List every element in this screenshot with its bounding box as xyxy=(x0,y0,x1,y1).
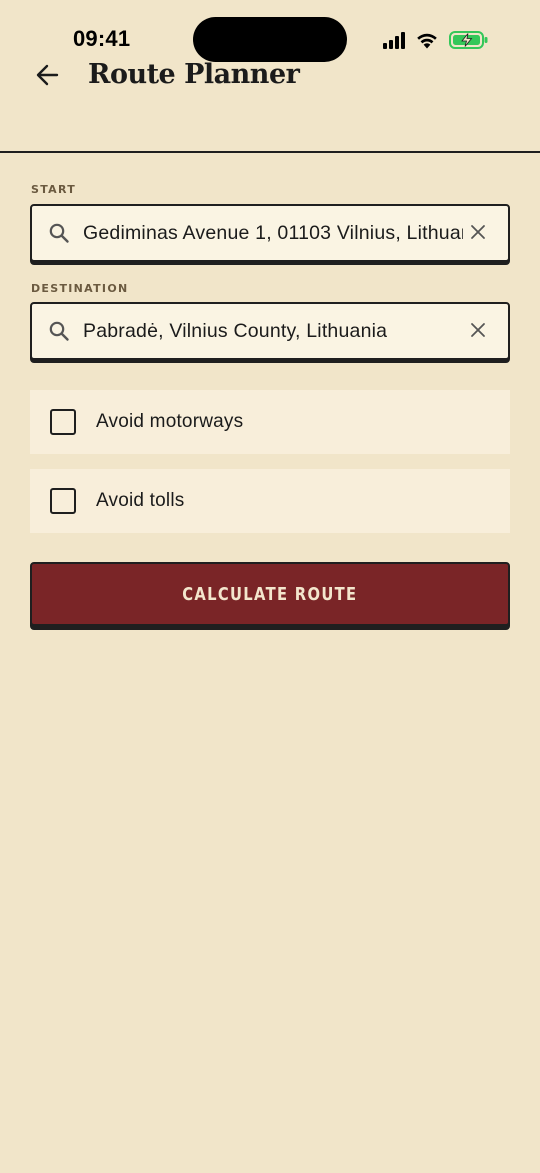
avoid-motorways-label: Avoid motorways xyxy=(96,411,244,432)
search-icon xyxy=(49,321,69,341)
search-icon xyxy=(49,223,69,243)
battery-charging-icon xyxy=(449,31,488,49)
calculate-route-button[interactable]: CALCULATE ROUTE xyxy=(30,562,510,626)
start-label: START xyxy=(31,183,77,196)
destination-input[interactable]: Pabradė, Vilnius County, Lithuania xyxy=(83,320,463,343)
status-time: 09:41 xyxy=(73,26,131,51)
wifi-icon xyxy=(417,33,437,49)
destination-label: DESTINATION xyxy=(31,282,129,295)
clear-destination-icon[interactable] xyxy=(470,322,486,338)
destination-field[interactable]: Pabradė, Vilnius County, Lithuania xyxy=(30,302,510,360)
arrow-left-icon[interactable] xyxy=(34,62,60,88)
avoid-motorways-checkbox[interactable] xyxy=(50,409,76,435)
avoid-tolls-option[interactable]: Avoid tolls xyxy=(30,469,510,533)
status-icons xyxy=(383,28,489,52)
cellular-signal-icon xyxy=(383,31,405,49)
avoid-motorways-option[interactable]: Avoid motorways xyxy=(30,390,510,454)
clear-start-icon[interactable] xyxy=(470,224,486,240)
avoid-tolls-label: Avoid tolls xyxy=(96,490,185,511)
header-divider xyxy=(0,151,540,153)
app-header: Route Planner xyxy=(0,56,540,96)
start-field[interactable]: Gediminas Avenue 1, 01103 Vilnius, Lithu… xyxy=(30,204,510,262)
calculate-route-label: CALCULATE ROUTE xyxy=(182,583,358,605)
page-title: Route Planner xyxy=(88,59,300,90)
avoid-tolls-checkbox[interactable] xyxy=(50,488,76,514)
start-input[interactable]: Gediminas Avenue 1, 01103 Vilnius, Lithu… xyxy=(83,222,463,245)
